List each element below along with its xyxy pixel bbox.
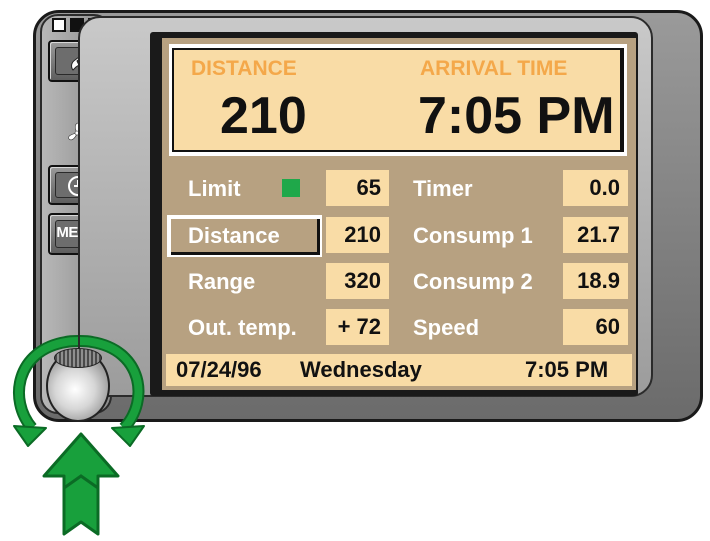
status-time: 7:05 PM [525, 357, 609, 382]
row-label-speed[interactable]: Speed [413, 313, 479, 343]
row-label-out-temp[interactable]: Out. temp. [188, 313, 297, 343]
value-range: 320 [344, 268, 381, 293]
value-box-consump-2: 18.9 [563, 263, 628, 299]
value-box-speed: 60 [563, 309, 628, 345]
value-box-out-temp: + 72 [326, 309, 389, 345]
row-label-consump-2[interactable]: Consump 2 [413, 267, 533, 297]
value-consump-1: 21.7 [577, 222, 620, 247]
status-day: Wednesday [300, 357, 422, 382]
value-box-distance: 210 [326, 217, 389, 253]
push-arrow-icon [42, 432, 120, 536]
arrival-time-header-value: 7:05 PM [418, 87, 615, 145]
row-label-distance[interactable]: Distance [188, 221, 280, 251]
value-box-timer: 0.0 [563, 170, 628, 206]
value-box-limit: 65 [326, 170, 389, 206]
value-box-consump-1: 21.7 [563, 217, 628, 253]
status-date: 07/24/96 [176, 357, 262, 382]
distance-header-label: DISTANCE [191, 57, 297, 80]
value-out-temp: + 72 [337, 314, 381, 339]
row-label-range[interactable]: Range [188, 267, 255, 297]
distance-header-value: 210 [220, 87, 307, 145]
value-distance: 210 [344, 222, 381, 247]
limit-indicator-icon [282, 179, 300, 197]
row-label-timer[interactable]: Timer [413, 174, 473, 204]
value-timer: 0.0 [589, 175, 620, 200]
value-limit: 65 [356, 175, 381, 200]
value-consump-2: 18.9 [577, 268, 620, 293]
value-speed: 60 [595, 314, 620, 339]
arrival-time-header-label: ARRIVAL TIME [420, 57, 568, 80]
row-label-limit[interactable]: Limit [188, 174, 241, 204]
row-label-consump-1[interactable]: Consump 1 [413, 221, 533, 251]
indicator-light-1 [52, 18, 66, 32]
value-box-range: 320 [326, 263, 389, 299]
